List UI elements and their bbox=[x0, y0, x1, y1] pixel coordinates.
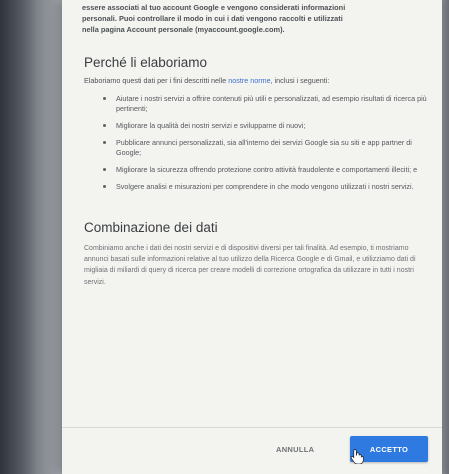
combination-text: Combiniamo anche i dati dei nostri servi… bbox=[84, 245, 416, 286]
dialog-footer: ANNULLA ACCETTO bbox=[62, 427, 442, 474]
intro-line: essere associati al tuo account Google e… bbox=[82, 3, 346, 12]
intro-line: personali. Puoi controllare il modo in c… bbox=[82, 14, 343, 23]
list-item: Migliorare la sicurezza offrendo protezi… bbox=[103, 165, 428, 175]
section-heading-purpose: Perché li elaboriamo bbox=[84, 55, 208, 70]
screen-bezel-left bbox=[0, 0, 36, 474]
intro-line: nella pagina Account personale (myaccoun… bbox=[82, 25, 285, 34]
purpose-lead: Elaboriamo questi dati per i fini descri… bbox=[84, 76, 430, 86]
purpose-list: Aiutare i nostri servizi a offrire conte… bbox=[62, 94, 442, 192]
list-item: Migliorare la qualità dei nostri servizi… bbox=[103, 121, 428, 131]
policy-link[interactable]: nostre norme bbox=[228, 76, 270, 85]
list-item: Svolgere analisi e misurazioni per compr… bbox=[103, 182, 428, 192]
purpose-lead-text: Elaboriamo questi dati per i fini descri… bbox=[84, 76, 227, 85]
list-item: Aiutare i nostri servizi a offrire conte… bbox=[103, 94, 427, 113]
section-heading-combination: Combinazione dei dati bbox=[84, 220, 218, 235]
intro-text: essere associati al tuo account Google e… bbox=[82, 2, 428, 35]
purpose-lead-suffix: , inclusi i seguenti: bbox=[270, 76, 330, 85]
privacy-consent-dialog: essere associati al tuo account Google e… bbox=[62, 0, 442, 474]
dialog-content[interactable]: essere associati al tuo account Google e… bbox=[62, 0, 442, 428]
hand-cursor-icon bbox=[350, 449, 364, 464]
list-item: Pubblicare annunci personalizzati, sia a… bbox=[103, 138, 428, 158]
cancel-button[interactable]: ANNULLA bbox=[276, 445, 314, 454]
